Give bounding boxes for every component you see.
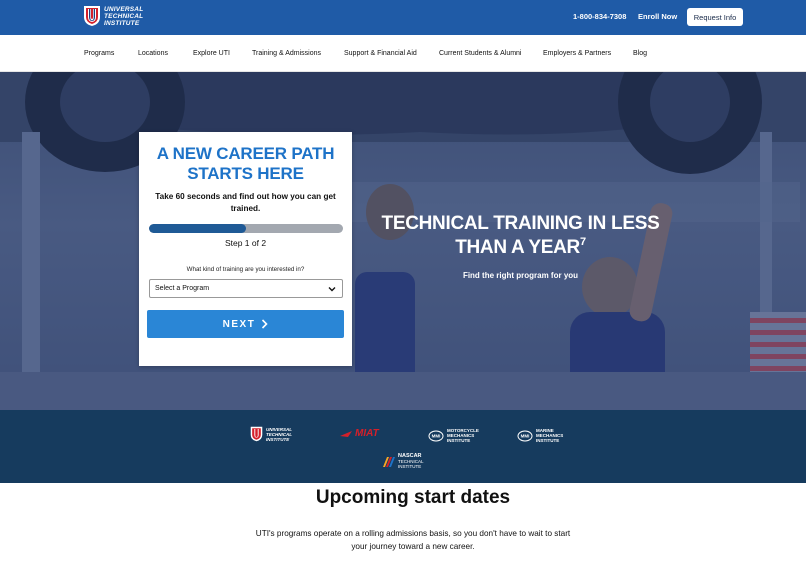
start-dates-description: UTI's programs operate on a rolling admi…: [255, 529, 571, 551]
form-progress-fill: [149, 224, 246, 233]
top-bar: UNIVERSAL TECHNICAL INSTITUTE 1-800-834-…: [0, 0, 806, 35]
nav-item-blog[interactable]: Blog: [633, 50, 647, 57]
program-question-label: What kind of training are you interested…: [186, 266, 305, 273]
form-step-indicator: Step 1 of 2: [224, 238, 267, 248]
nascar-technical-brand-logo[interactable]: NASCAR TECHNICAL INSTITUTE: [381, 453, 424, 469]
marine-mechanics-brand-logo[interactable]: MMI MARINE MECHANICS INSTITUTE: [517, 428, 563, 443]
request-info-button[interactable]: Request Info: [687, 8, 743, 26]
form-title: A NEW CAREER PATH STARTS HERE: [139, 144, 352, 184]
nav-item-training-admissions[interactable]: Training & Admissions: [252, 50, 321, 57]
enroll-now-link[interactable]: Enroll Now: [638, 12, 677, 21]
brand-line: INSTITUTE: [536, 438, 560, 443]
hero-section: TECHNICAL TRAINING IN LESS THAN A YEAR7 …: [0, 72, 806, 410]
nav-item-programs[interactable]: Programs: [84, 50, 114, 57]
start-dates-heading: Upcoming start dates: [315, 487, 511, 508]
main-nav: Programs Locations Explore UTI Training …: [0, 35, 806, 72]
form-title-line2: STARTS HERE: [187, 164, 304, 183]
program-select[interactable]: Select a Program: [149, 279, 343, 298]
nav-item-explore-uti[interactable]: Explore UTI: [193, 50, 230, 57]
mmi-badge-icon: MMI: [517, 430, 533, 441]
hero-title-line1: TECHNICAL TRAINING IN LESS: [381, 213, 660, 234]
form-title-line1: A NEW CAREER PATH: [156, 144, 335, 163]
svg-text:MMI: MMI: [432, 433, 441, 438]
motorcycle-mechanics-brand-logo[interactable]: MMI MOTORCYCLE MECHANICS INSTITUTE: [428, 428, 479, 443]
uti-brand-text: UNIVERSAL TECHNICAL INSTITUTE: [266, 427, 292, 442]
phone-link[interactable]: 1-800-834-7308: [573, 12, 626, 21]
brand-line: INSTITUTE: [266, 436, 290, 442]
nav-item-locations[interactable]: Locations: [138, 50, 168, 57]
career-path-form: A NEW CAREER PATH STARTS HERE Take 60 se…: [139, 132, 352, 366]
nav-item-employers-partners[interactable]: Employers & Partners: [543, 50, 611, 57]
nav-item-current-students-alumni[interactable]: Current Students & Alumni: [439, 50, 522, 57]
mmi-moto-text: MOTORCYCLE MECHANICS INSTITUTE: [447, 428, 479, 443]
uti-logo[interactable]: UNIVERSAL TECHNICAL INSTITUTE: [83, 5, 143, 27]
logo-line: INSTITUTE: [104, 19, 140, 27]
nascar-text: NASCAR TECHNICAL INSTITUTE: [398, 453, 424, 469]
miat-wordmark: MIAT: [355, 428, 379, 439]
mmi-badge-icon: MMI: [428, 430, 444, 441]
hero-title: TECHNICAL TRAINING IN LESS THAN A YEAR7: [368, 212, 673, 260]
next-button[interactable]: NEXT: [147, 310, 344, 338]
form-progress-bar: [149, 224, 343, 233]
mmi-marine-text: MARINE MECHANICS INSTITUTE: [536, 428, 563, 443]
program-select-value: Select a Program: [155, 285, 210, 292]
logo-line: TECHNICAL: [104, 12, 144, 20]
next-button-label: NEXT: [222, 318, 256, 330]
brand-logos-band: UNIVERSAL TECHNICAL INSTITUTE MIAT MMI M…: [0, 410, 806, 483]
chevron-down-icon: [328, 287, 336, 292]
miat-swoosh-icon: [340, 431, 352, 437]
hero-title-footnote: 7: [579, 236, 586, 248]
logo-wordmark: UNIVERSAL TECHNICAL INSTITUTE: [104, 6, 143, 27]
hero-title-line2: THAN A YEAR: [455, 237, 580, 258]
hero-subtitle: Find the right program for you: [462, 271, 579, 280]
nascar-stripes-icon: [383, 456, 395, 467]
logo-line: UNIVERSAL: [104, 5, 144, 13]
brand-line: INSTITUTE: [398, 464, 422, 469]
svg-text:MMI: MMI: [521, 433, 530, 438]
uti-shield-icon: [83, 5, 101, 27]
form-description: Take 60 seconds and find out how you can…: [155, 192, 336, 213]
uti-shield-icon: [250, 426, 263, 442]
chevron-right-icon: [262, 319, 268, 329]
brand-line: INSTITUTE: [447, 438, 471, 443]
nav-item-support-financial-aid[interactable]: Support & Financial Aid: [344, 50, 417, 57]
miat-brand-logo[interactable]: MIAT: [340, 429, 379, 439]
uti-brand-logo[interactable]: UNIVERSAL TECHNICAL INSTITUTE: [250, 426, 292, 442]
